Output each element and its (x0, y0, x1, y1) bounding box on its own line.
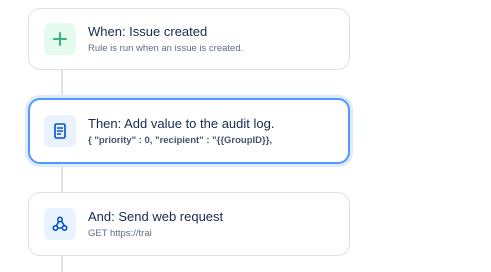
webhook-icon (44, 208, 76, 240)
step-title: And: Send web request (88, 208, 224, 224)
step-subtitle: Rule is run when an issue is created. (88, 42, 244, 54)
flow-connector (61, 70, 63, 98)
flow-connector (61, 164, 63, 192)
flow-connector (61, 256, 63, 272)
plus-icon (44, 23, 76, 55)
rule-step-trigger[interactable]: When: Issue created Rule is run when an … (28, 8, 350, 70)
step-title: Then: Add value to the audit log. (88, 115, 275, 131)
step-subtitle: { "priority" : 0, "recipient" : "{{Group… (88, 134, 273, 146)
document-icon (44, 115, 76, 147)
rule-step-audit-log[interactable]: Then: Add value to the audit log. { "pri… (28, 98, 350, 164)
step-subtitle: GET https://trai (88, 227, 152, 239)
rule-step-web-request[interactable]: And: Send web request GET https://trai (28, 192, 350, 256)
step-title: When: Issue created (88, 23, 208, 39)
